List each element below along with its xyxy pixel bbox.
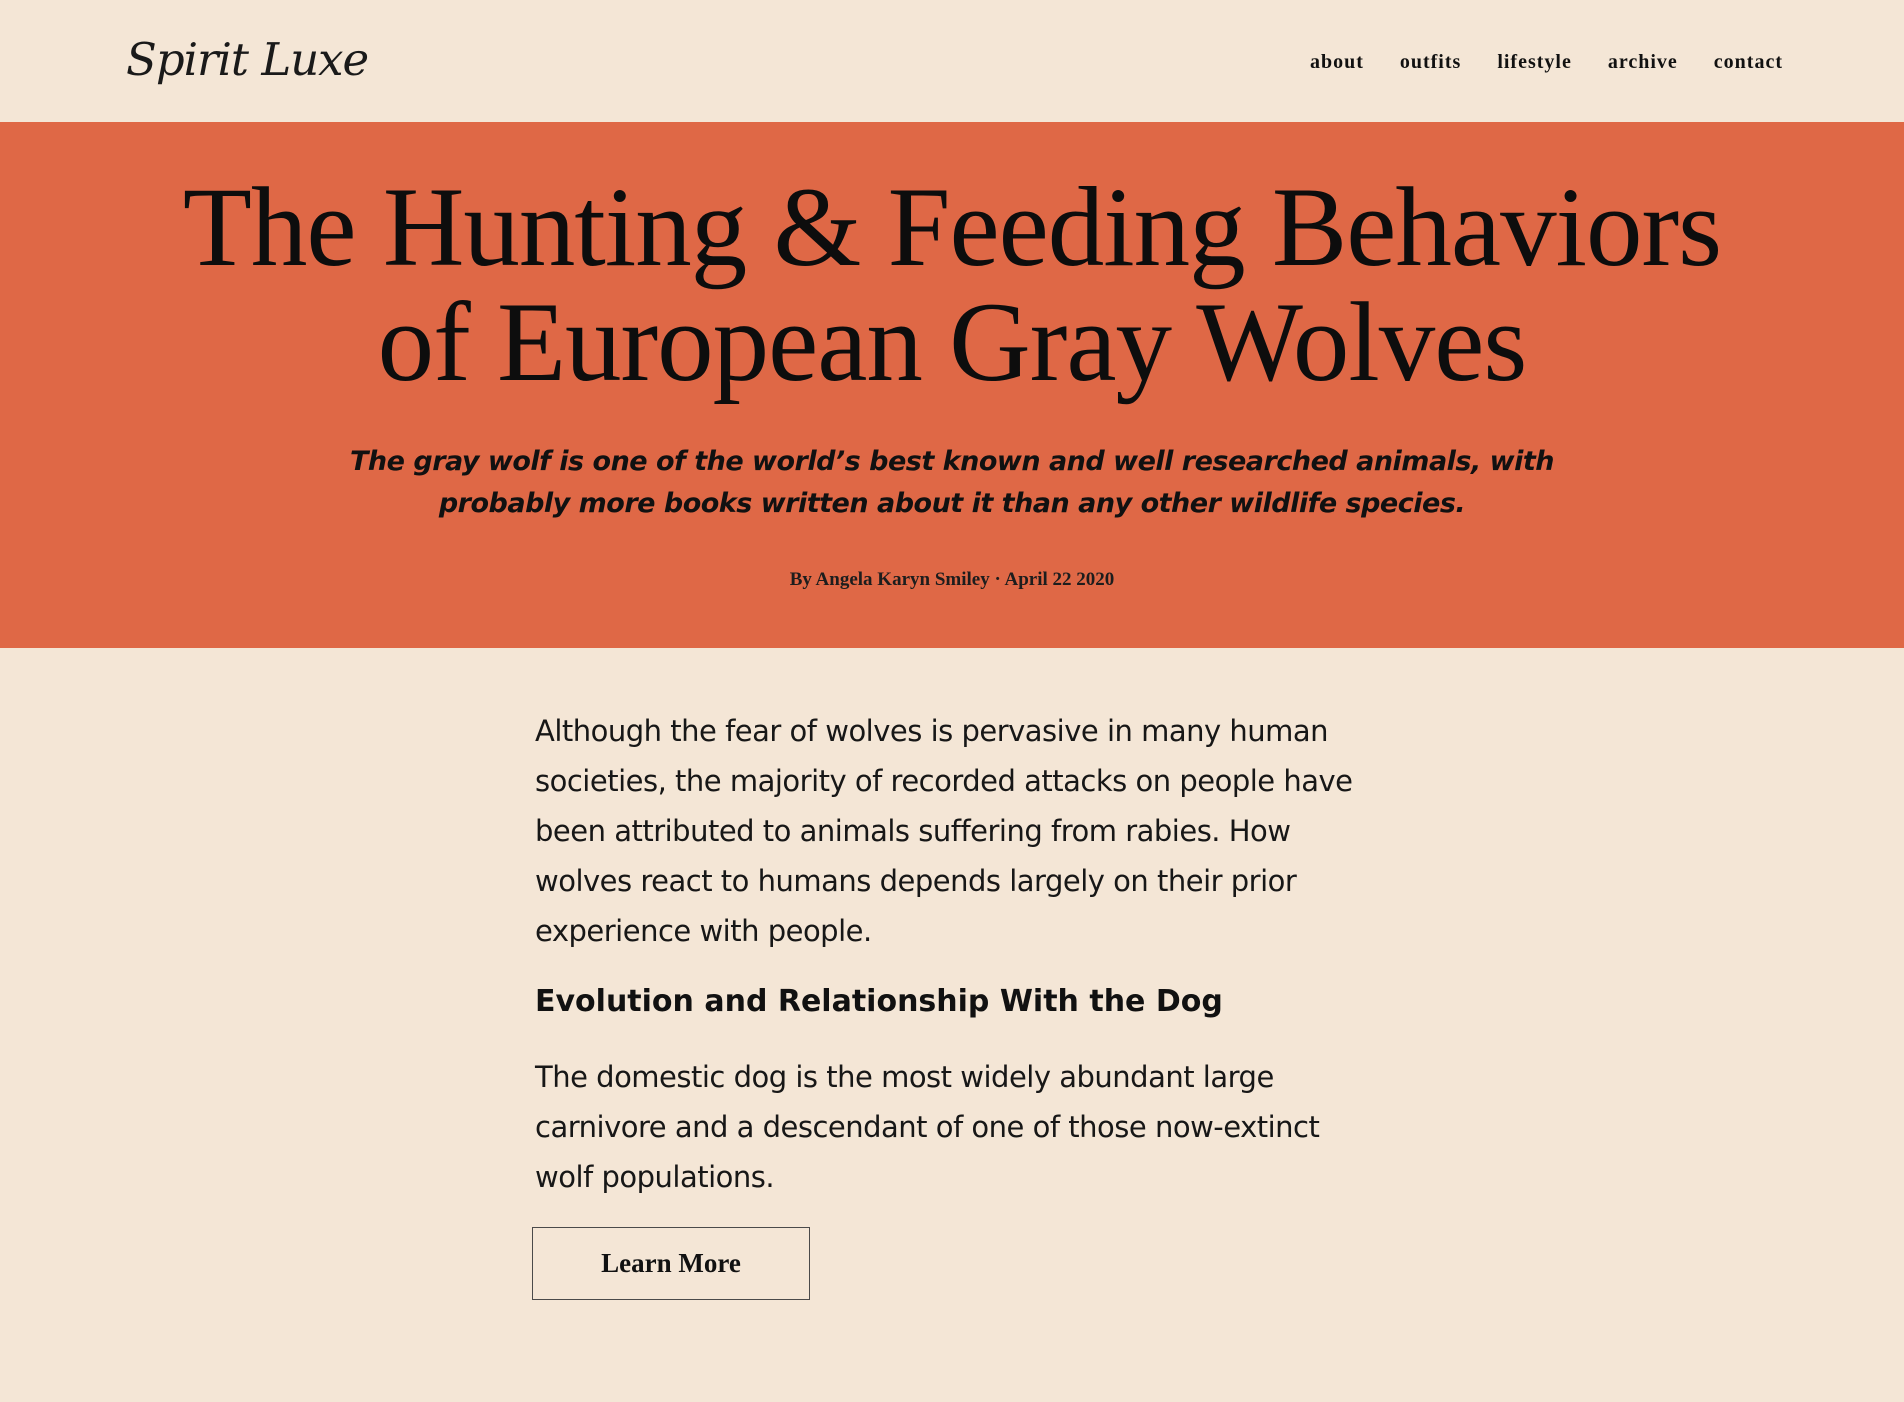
main-nav: about outfits lifestyle archive contact <box>1310 48 1783 76</box>
article-paragraph: Although the fear of wolves is pervasive… <box>535 714 1353 948</box>
nav-item-contact[interactable]: contact <box>1714 48 1783 76</box>
article-body: Although the fear of wolves is pervasive… <box>535 706 1365 1194</box>
nav-item-lifestyle[interactable]: lifestyle <box>1497 48 1572 76</box>
article-subtitle: The gray wolf is one of the world’s best… <box>350 446 1554 519</box>
article-byline: By Angela Karyn Smiley · April 22 2020 <box>789 569 1115 590</box>
section-heading: Evolution and Relationship With the Dog <box>535 984 1223 1019</box>
hero-banner: The Hunting & Feeding Behaviors of Europ… <box>0 122 1904 648</box>
site-logo[interactable]: Spirit Luxe <box>126 28 369 92</box>
site-header: Spirit Luxe about outfits lifestyle arch… <box>0 0 1904 121</box>
article-paragraph: The domestic dog is the most widely abun… <box>535 1060 1320 1194</box>
nav-item-about[interactable]: about <box>1310 48 1364 76</box>
learn-more-button[interactable]: Learn More <box>532 1227 810 1300</box>
article-title: The Hunting & Feeding Behaviors of Europ… <box>182 165 1722 405</box>
nav-item-archive[interactable]: archive <box>1608 48 1678 76</box>
nav-item-outfits[interactable]: outfits <box>1400 48 1461 76</box>
page: Spirit Luxe about outfits lifestyle arch… <box>0 0 1904 1402</box>
